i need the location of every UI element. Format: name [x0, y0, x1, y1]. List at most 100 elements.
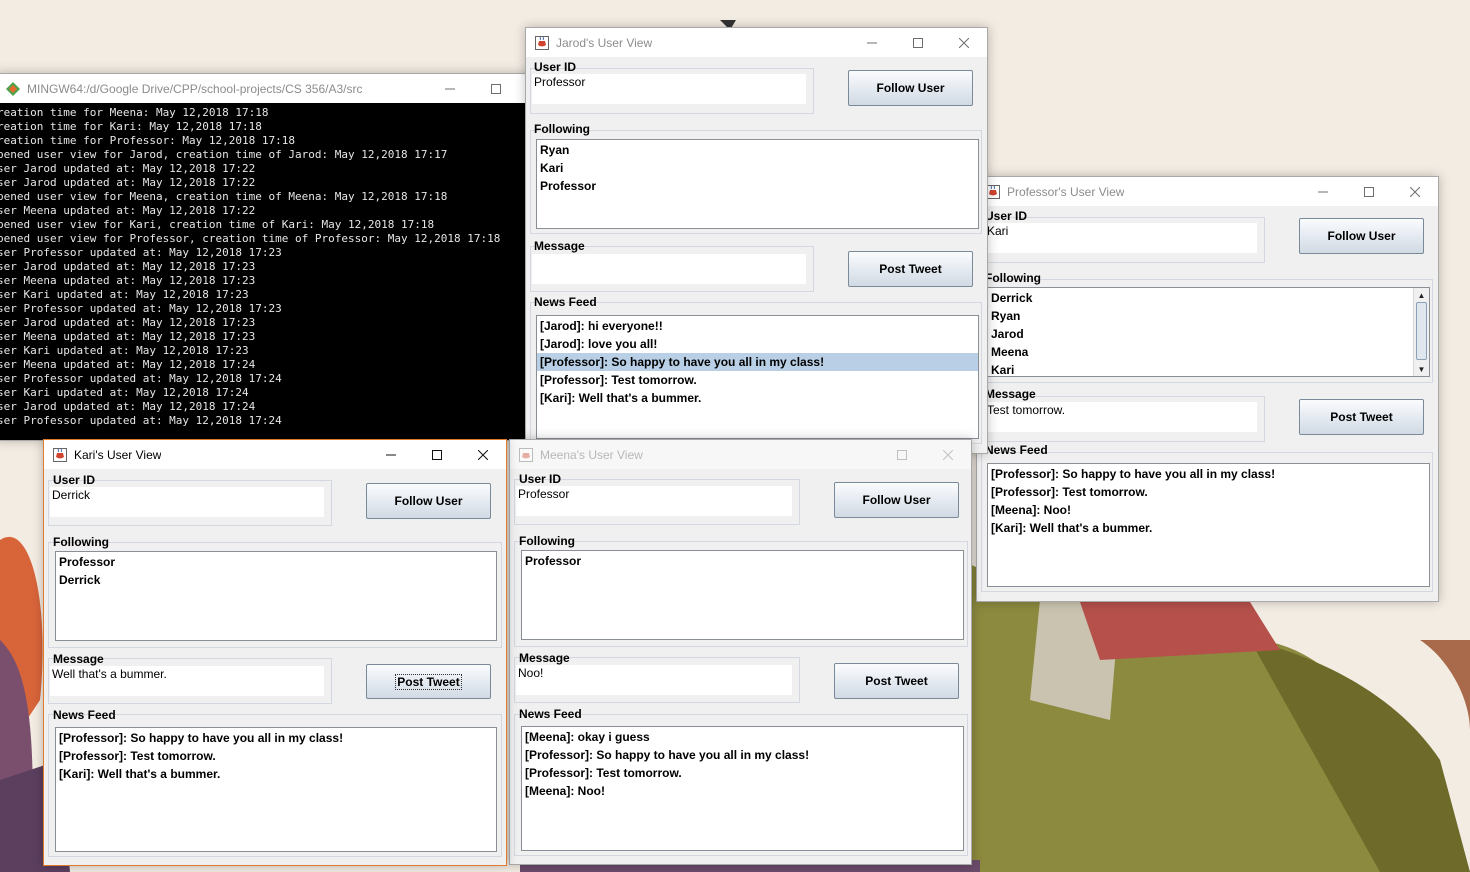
message-input[interactable]	[532, 254, 806, 284]
meena-titlebar[interactable]: Meena's User View	[510, 440, 971, 469]
following-list[interactable]: Professor Derrick	[55, 551, 497, 641]
following-item[interactable]: Meena	[988, 343, 1429, 361]
window-title: Meena's User View	[540, 447, 643, 462]
following-item[interactable]: Ryan	[537, 141, 978, 159]
news-feed-item[interactable]: [Jarod]: love you all!	[537, 335, 978, 353]
maximize-icon[interactable]	[879, 440, 925, 469]
console-line: pened user view for Kari, creation time …	[0, 218, 435, 231]
user-id-input[interactable]: Professor	[532, 74, 806, 104]
post-tweet-button[interactable]: Post Tweet	[366, 664, 491, 699]
user-id-input[interactable]: Professor	[516, 486, 792, 516]
following-item[interactable]: Derrick	[56, 571, 496, 589]
user-id-input[interactable]: Kari	[985, 223, 1257, 253]
follow-user-label: Follow User	[862, 493, 931, 507]
message-input[interactable]: Noo!	[516, 665, 792, 695]
following-item[interactable]: Ryan	[988, 307, 1429, 325]
news-feed-item[interactable]: [Professor]: So happy to have you all in…	[988, 465, 1429, 483]
following-label: Following	[985, 271, 1041, 285]
user-id-input[interactable]: Derrick	[50, 487, 324, 517]
scroll-down-arrow-icon[interactable]: ▼	[1414, 362, 1429, 376]
console-line: ser Meena updated at: May 12,2018 17:23	[0, 274, 256, 287]
following-list[interactable]: Derrick Ryan Jarod Meena Kari ▲ ▼	[987, 287, 1430, 377]
news-feed-item[interactable]: [Professor]: So happy to have you all in…	[56, 729, 496, 747]
console-line: ser Professor updated at: May 12,2018 17…	[0, 246, 282, 259]
close-icon[interactable]	[460, 440, 506, 469]
meena-user-view-window: Meena's User View User ID Professor Foll…	[509, 439, 972, 865]
git-bash-icon	[6, 81, 20, 96]
minimize-icon[interactable]	[427, 74, 473, 103]
following-list[interactable]: Professor	[521, 550, 964, 640]
console-line: pened user view for Jarod, creation time…	[0, 148, 448, 161]
java-cup-icon	[535, 35, 549, 50]
follow-user-button[interactable]: Follow User	[848, 70, 973, 106]
news-feed-item[interactable]: [Professor]: So happy to have you all in…	[522, 746, 963, 764]
java-cup-icon	[53, 447, 67, 462]
user-id-label: User ID	[985, 209, 1028, 223]
professor-user-view-window: Professor's User View User ID Kari Follo…	[976, 176, 1439, 602]
scroll-up-arrow-icon[interactable]: ▲	[1414, 288, 1429, 302]
news-feed-item[interactable]: [Meena]: Noo!	[988, 501, 1429, 519]
news-feed-item[interactable]: [Jarod]: hi everyone!!	[537, 317, 978, 335]
post-tweet-button[interactable]: Post Tweet	[848, 251, 973, 287]
following-item[interactable]: Kari	[537, 159, 978, 177]
message-input[interactable]: Test tomorrow.	[985, 402, 1257, 432]
news-feed-item[interactable]: [Professor]: Test tomorrow.	[56, 747, 496, 765]
following-item[interactable]: Derrick	[988, 289, 1429, 307]
following-label: Following	[53, 535, 109, 549]
console-line: ser Professor updated at: May 12,2018 17…	[0, 372, 282, 385]
follow-user-button[interactable]: Follow User	[834, 482, 959, 518]
message-label: Message	[534, 239, 585, 253]
console-line: ser Kari updated at: May 12,2018 17:23	[0, 288, 249, 301]
minimize-icon[interactable]	[368, 440, 414, 469]
window-title: Kari's User View	[74, 447, 162, 462]
news-feed-item[interactable]: [Kari]: Well that's a bummer.	[537, 389, 978, 407]
console-line: ser Professor updated at: May 12,2018 17…	[0, 414, 282, 427]
news-feed-list[interactable]: [Jarod]: hi everyone!! [Jarod]: love you …	[536, 315, 979, 439]
news-feed-item[interactable]: [Professor]: Test tomorrow.	[537, 371, 978, 389]
console-line: ser Meena updated at: May 12,2018 17:22	[0, 204, 256, 217]
maximize-icon[interactable]	[1346, 177, 1392, 206]
post-tweet-label: Post Tweet	[395, 673, 462, 690]
news-feed-list[interactable]: [Professor]: So happy to have you all in…	[987, 463, 1430, 587]
news-feed-item[interactable]: [Kari]: Well that's a bummer.	[988, 519, 1429, 537]
message-input[interactable]: Well that's a bummer.	[50, 666, 324, 696]
news-feed-item[interactable]: [Meena]: okay i guess	[522, 728, 963, 746]
news-feed-list[interactable]: [Professor]: So happy to have you all in…	[55, 727, 497, 852]
following-label: Following	[534, 122, 590, 136]
minimize-icon[interactable]	[1300, 177, 1346, 206]
news-feed-item[interactable]: [Professor]: So happy to have you all in…	[537, 353, 978, 371]
post-tweet-label: Post Tweet	[879, 262, 942, 276]
console-title: MINGW64:/d/Google Drive/CPP/school-proje…	[27, 81, 363, 96]
close-icon[interactable]	[925, 440, 971, 469]
scrollbar-thumb[interactable]	[1416, 302, 1427, 360]
close-icon[interactable]	[1392, 177, 1438, 206]
following-item[interactable]: Kari	[988, 361, 1429, 376]
maximize-icon[interactable]	[414, 440, 460, 469]
close-icon[interactable]	[941, 28, 987, 57]
news-feed-item[interactable]: [Professor]: Test tomorrow.	[522, 764, 963, 782]
news-feed-list[interactable]: [Meena]: okay i guess [Professor]: So hap…	[521, 726, 964, 851]
following-item[interactable]: Jarod	[988, 325, 1429, 343]
following-item[interactable]: Professor	[537, 177, 978, 195]
professor-titlebar[interactable]: Professor's User View	[977, 177, 1438, 206]
following-scrollbar[interactable]: ▲ ▼	[1413, 288, 1429, 376]
follow-user-button[interactable]: Follow User	[1299, 218, 1424, 254]
kari-titlebar[interactable]: Kari's User View	[44, 440, 506, 469]
jarod-titlebar[interactable]: Jarod's User View	[526, 28, 987, 57]
maximize-icon[interactable]	[895, 28, 941, 57]
post-tweet-button[interactable]: Post Tweet	[834, 663, 959, 699]
following-item[interactable]: Professor	[522, 552, 963, 570]
minimize-icon[interactable]	[849, 28, 895, 57]
follow-user-button[interactable]: Follow User	[366, 483, 491, 519]
news-feed-label: News Feed	[53, 708, 116, 722]
news-feed-item[interactable]: [Meena]: Noo!	[522, 782, 963, 800]
maximize-icon[interactable]	[473, 74, 519, 103]
following-list[interactable]: Ryan Kari Professor	[536, 139, 979, 229]
console-line: pened user view for Meena, creation time…	[0, 190, 448, 203]
news-feed-item[interactable]: [Kari]: Well that's a bummer.	[56, 765, 496, 783]
console-titlebar[interactable]: MINGW64:/d/Google Drive/CPP/school-proje…	[0, 74, 535, 103]
news-feed-item[interactable]: [Professor]: Test tomorrow.	[988, 483, 1429, 501]
console-line: ser Kari updated at: May 12,2018 17:23	[0, 344, 249, 357]
post-tweet-button[interactable]: Post Tweet	[1299, 399, 1424, 435]
following-item[interactable]: Professor	[56, 553, 496, 571]
